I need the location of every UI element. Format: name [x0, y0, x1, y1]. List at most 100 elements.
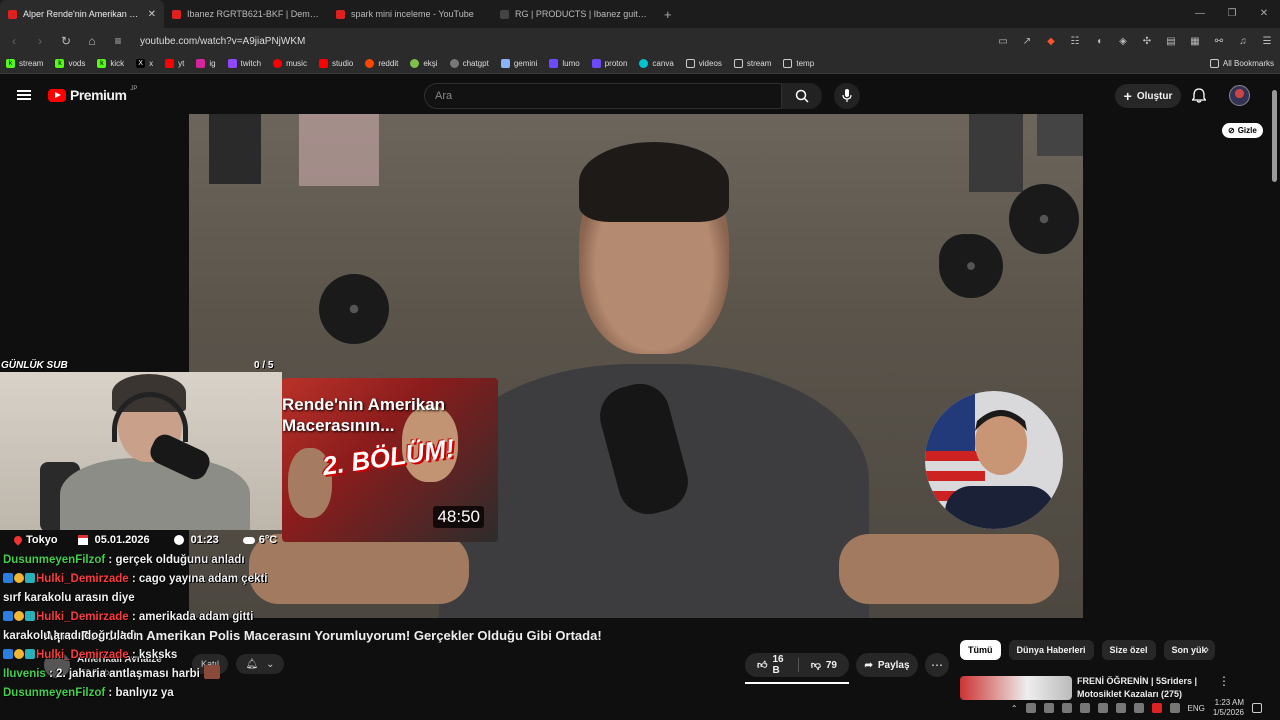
streamer-body — [60, 458, 250, 530]
language-indicator[interactable]: ENG — [1188, 704, 1205, 713]
bookmark-chatgpt[interactable]: chatgpt — [449, 59, 489, 68]
bookmark-stream[interactable]: k stream — [6, 59, 43, 68]
sidebar-icon[interactable]: ▤ — [1164, 34, 1178, 48]
youtube-premium-logo[interactable]: Premium JP — [48, 86, 137, 103]
bookmark-twitch[interactable]: twitch — [227, 59, 261, 68]
bookmark-reddit[interactable]: reddit — [365, 59, 398, 68]
extensions-icon[interactable]: ✣ — [1140, 34, 1154, 48]
recommendation-chips: Tümü Dünya Haberleri Size özel Son yük — [960, 640, 1215, 660]
taskbar-clock[interactable]: 1:23 AM 1/5/2026 — [1213, 698, 1244, 718]
tab-spark-mini[interactable]: spark mini inceleme - YouTube — [328, 0, 492, 28]
bookmark-music[interactable]: music — [273, 59, 307, 68]
bookmark-lumo[interactable]: lumo — [549, 59, 580, 68]
back-button[interactable]: ‹ — [6, 34, 22, 48]
minimize-button[interactable]: — — [1184, 0, 1216, 28]
link-icon[interactable]: ⚯ — [1212, 34, 1226, 48]
chat-message: DusunmeyenFilzof : banlıyız ya — [3, 684, 287, 703]
chat-text: : banlıyız ya — [105, 687, 174, 699]
bookmark-x[interactable]: Xx — [136, 59, 153, 68]
chip-for-you[interactable]: Size özel — [1101, 640, 1156, 660]
discord-icon[interactable] — [1097, 703, 1108, 713]
address-bar-row: ‹ › ↻ ⌂ ≡ youtube.com/watch?v=A9jiaPNjWK… — [0, 28, 1280, 54]
bookmark-proton[interactable]: proton — [591, 59, 627, 68]
bookmark-folder-stream[interactable]: stream — [733, 59, 771, 68]
bookmark-folder-temp[interactable]: temp — [783, 59, 814, 68]
search-input[interactable]: Ara — [424, 83, 782, 109]
search-button[interactable] — [782, 83, 822, 109]
headset-icon[interactable] — [1043, 703, 1054, 713]
audio-icon[interactable]: ◖ — [1092, 34, 1106, 48]
translate-icon[interactable]: ☷ — [1068, 34, 1082, 48]
url-field[interactable]: youtube.com/watch?v=A9jiaPNjWKM — [140, 36, 986, 47]
like-button[interactable]: 👍︎ 16 B — [745, 653, 798, 677]
chevron-up-icon[interactable]: ⌃ — [1011, 704, 1018, 713]
chevron-right-icon[interactable]: › — [1205, 642, 1209, 656]
scrollbar[interactable] — [1272, 90, 1277, 182]
bookmark-kick[interactable]: k kick — [97, 59, 124, 68]
steam-icon[interactable] — [1025, 703, 1036, 713]
wallet-icon[interactable]: ◈ — [1116, 34, 1130, 48]
bookmark-studio[interactable]: studio — [318, 59, 353, 68]
bookmark-yt[interactable]: yt — [165, 59, 184, 68]
voice-search-button[interactable] — [834, 83, 860, 109]
wall-poster — [209, 114, 261, 184]
brave-shield-icon[interactable]: ◆ — [1044, 34, 1058, 48]
all-bookmarks-button[interactable]: All Bookmarks — [1209, 59, 1274, 68]
close-tab-icon[interactable]: ✕ — [148, 9, 156, 20]
menu-icon[interactable]: ☰ — [1260, 34, 1274, 48]
reading-list-icon[interactable]: ▦ — [1188, 34, 1202, 48]
cast-icon[interactable]: ▭ — [996, 34, 1010, 48]
volume-icon[interactable] — [1169, 703, 1180, 713]
record-icon[interactable] — [1151, 703, 1162, 713]
recommendation-more-icon[interactable]: ⋮ — [1218, 674, 1230, 688]
chat-message: Iluvenis : 2. jaharia antlaşması harbi — [3, 665, 287, 684]
browser-tab-bar: Alper Rende'nin Amerikan Polis ✕ Ibanez … — [0, 0, 1280, 28]
new-tab-button[interactable]: + — [656, 7, 680, 22]
like-ratio-bar — [745, 682, 849, 684]
notifications-button[interactable] — [1191, 88, 1207, 108]
chat-nickname: DusunmeyenFilzof — [3, 687, 106, 699]
bookmark-ig[interactable]: ig — [196, 59, 216, 68]
hamburger-menu-icon[interactable] — [17, 90, 31, 100]
home-button[interactable]: ⌂ — [84, 34, 100, 48]
share-icon[interactable]: ↗ — [1020, 34, 1034, 48]
mic-tray-icon[interactable] — [1133, 703, 1144, 713]
hide-button[interactable]: ⊘ Gizle — [1222, 123, 1263, 138]
x-icon: X — [136, 59, 146, 68]
tab-alper-rende[interactable]: Alper Rende'nin Amerikan Polis ✕ — [0, 0, 164, 28]
host-arm — [839, 534, 1059, 604]
tab-ibanez-products[interactable]: RG | PRODUCTS | Ibanez guitars - 7 — [492, 0, 656, 28]
bookmark-eksi[interactable]: ekşi — [410, 59, 438, 68]
notification-center-icon[interactable] — [1252, 703, 1262, 713]
chip-all[interactable]: Tümü — [960, 640, 1001, 660]
video-player[interactable] — [189, 114, 1083, 618]
network-icon[interactable] — [1061, 703, 1072, 713]
account-avatar[interactable] — [1229, 85, 1250, 106]
bookmark-canva[interactable]: canva — [639, 59, 674, 68]
chip-world-news[interactable]: Dünya Haberleri — [1008, 640, 1094, 660]
bookmark-folder-videos[interactable]: videos — [685, 59, 722, 68]
site-info-icon[interactable]: ≡ — [110, 34, 126, 48]
tab-ibanez-demo[interactable]: Ibanez RGRTB621-BKF | Demo and P — [164, 0, 328, 28]
create-button[interactable]: + Oluştur — [1115, 84, 1181, 108]
close-window-button[interactable]: ✕ — [1248, 0, 1280, 28]
restore-button[interactable]: ❐ — [1216, 0, 1248, 28]
onedrive-icon[interactable] — [1079, 703, 1090, 713]
bookmark-gemini[interactable]: gemini — [500, 59, 537, 68]
youtube-music-icon — [273, 59, 283, 68]
eye-off-icon: ⊘ — [1228, 126, 1235, 135]
clock-icon — [173, 535, 184, 545]
thumbs-up-icon: 👍︎ — [757, 660, 768, 671]
chat-badge-icon — [14, 649, 24, 659]
forward-button[interactable]: › — [32, 34, 48, 48]
dislike-button[interactable]: 👎︎ 79 — [799, 653, 849, 677]
reload-button[interactable]: ↻ — [58, 34, 74, 48]
bookmark-vods[interactable]: k vods — [55, 59, 85, 68]
chat-message: Hulki_Demirzade : amerikada adam gitti k… — [3, 608, 287, 646]
youtube-studio-icon — [318, 59, 328, 68]
chat-badge-icon — [25, 649, 35, 659]
share-button[interactable]: ➦ Paylaş — [856, 653, 918, 677]
more-actions-button[interactable]: ⋯ — [925, 653, 949, 677]
security-icon[interactable] — [1115, 703, 1126, 713]
media-icon[interactable]: ♫ — [1236, 34, 1250, 48]
